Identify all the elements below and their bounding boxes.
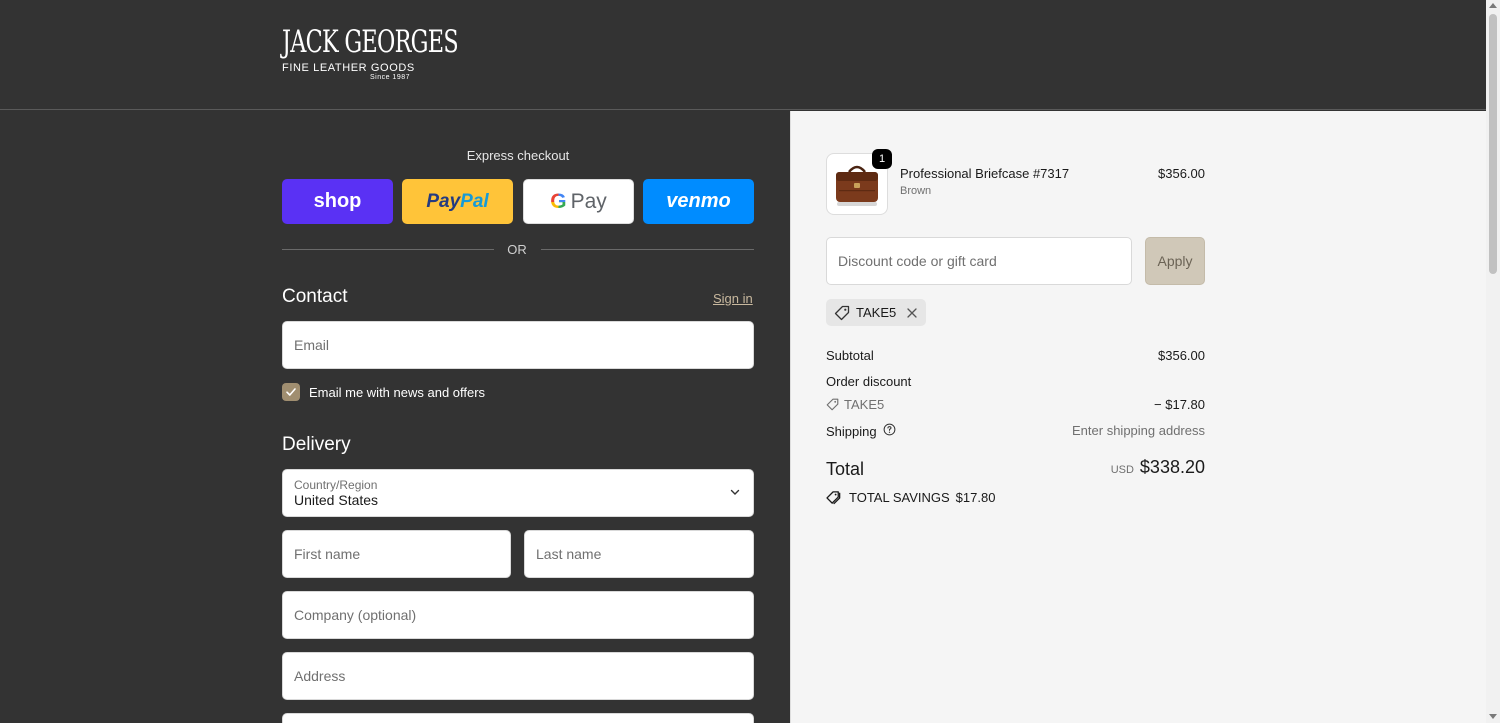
tag-icon: [826, 398, 839, 411]
country-select-label: Country/Region: [294, 478, 378, 492]
discount-code-row: TAKE5: [826, 397, 884, 412]
or-divider-label: OR: [507, 242, 527, 257]
total-savings-label: TOTAL SAVINGS: [849, 490, 950, 505]
discount-code-label: TAKE5: [844, 397, 885, 412]
order-discount-label: Order discount: [826, 374, 912, 389]
next-field-partial[interactable]: [282, 713, 754, 723]
discount-field[interactable]: [826, 237, 1132, 285]
chevron-down-icon: [730, 489, 740, 495]
scrollbar-thumb[interactable]: [1489, 14, 1497, 274]
address-input[interactable]: [283, 653, 753, 699]
question-icon: [883, 423, 896, 436]
shop-pay-label: shop: [313, 190, 362, 212]
google-pay-button[interactable]: G Pay: [523, 179, 634, 224]
total-label: Total: [826, 459, 865, 479]
google-pay-label: Pay: [570, 189, 607, 213]
total-currency: USD: [1110, 464, 1134, 476]
discount-value: − $17.80: [1154, 397, 1205, 412]
first-name-input[interactable]: [283, 531, 510, 577]
country-select-value: United States: [294, 492, 379, 508]
address-field[interactable]: [282, 652, 754, 700]
company-field[interactable]: [282, 591, 754, 639]
product-name: Professional Briefcase #7317: [900, 166, 1070, 181]
brand-tagline: FINE LEATHER GOODS: [282, 62, 415, 74]
product-price: $356.00: [1158, 166, 1205, 181]
paypal-label-pay: Pay: [426, 190, 461, 212]
brand-logo[interactable]: JACK GEORGES FINE LEATHER GOODS Since 19…: [282, 24, 526, 82]
venmo-button[interactable]: venmo: [643, 179, 754, 224]
paypal-button[interactable]: Pay Pal: [402, 179, 513, 224]
total-amount: USD $338.20: [1111, 457, 1205, 478]
total-savings-value: $17.80: [955, 490, 996, 505]
subtotal-label: Subtotal: [826, 348, 874, 363]
total-savings: TOTAL SAVINGS $17.80: [826, 490, 995, 505]
order-summary-panel: [790, 111, 1486, 723]
brand-since: Since 1987: [369, 74, 410, 81]
venmo-label: venmo: [666, 190, 731, 212]
tag-icon: [834, 305, 850, 320]
tags-icon: [826, 491, 841, 505]
shop-pay-button[interactable]: shop: [282, 179, 393, 224]
divider-right: [541, 249, 754, 250]
scroll-up-arrow-icon[interactable]: [1489, 3, 1497, 8]
subtotal-value: $356.00: [1158, 348, 1205, 363]
country-select[interactable]: Country/Region United States: [282, 469, 754, 517]
delivery-heading: Delivery: [282, 434, 351, 455]
remove-discount-button[interactable]: [906, 307, 918, 319]
scroll-down-arrow-icon[interactable]: [1489, 714, 1497, 719]
applied-discount-code: TAKE5: [856, 305, 897, 320]
applied-discount-chip: TAKE5: [826, 299, 927, 326]
quantity-badge: 1: [872, 149, 892, 169]
email-field[interactable]: [282, 321, 754, 369]
check-icon: [286, 388, 296, 396]
product-variant: Brown: [900, 185, 932, 197]
close-icon: [907, 307, 917, 318]
sign-in-link[interactable]: Sign in: [713, 291, 753, 306]
discount-input[interactable]: [827, 238, 1131, 284]
last-name-field[interactable]: [524, 530, 754, 578]
newsletter-option[interactable]: Email me with news and offers: [282, 383, 485, 401]
first-name-field[interactable]: [282, 530, 511, 578]
divider-left: [282, 249, 494, 250]
contact-heading: Contact: [282, 286, 348, 307]
google-g-icon: G: [550, 189, 567, 213]
shipping-value: Enter shipping address: [1072, 423, 1205, 438]
page-scrollbar[interactable]: [1486, 0, 1500, 723]
shipping-help-icon[interactable]: [883, 423, 896, 439]
email-input[interactable]: [283, 322, 753, 368]
shipping-row: Shipping: [826, 423, 896, 439]
paypal-label-pal: Pal: [460, 190, 489, 212]
header: JACK GEORGES FINE LEATHER GOODS Since 19…: [0, 0, 1486, 110]
express-checkout-title: Express checkout: [466, 148, 570, 163]
last-name-input[interactable]: [525, 531, 753, 577]
shipping-label: Shipping: [826, 423, 877, 439]
total-value: $338.20: [1139, 457, 1205, 477]
newsletter-label: Email me with news and offers: [309, 384, 486, 400]
apply-discount-button[interactable]: Apply: [1145, 237, 1205, 285]
company-input[interactable]: [283, 592, 753, 638]
newsletter-checkbox[interactable]: [282, 383, 300, 401]
brand-name: JACK GEORGES: [282, 24, 459, 60]
